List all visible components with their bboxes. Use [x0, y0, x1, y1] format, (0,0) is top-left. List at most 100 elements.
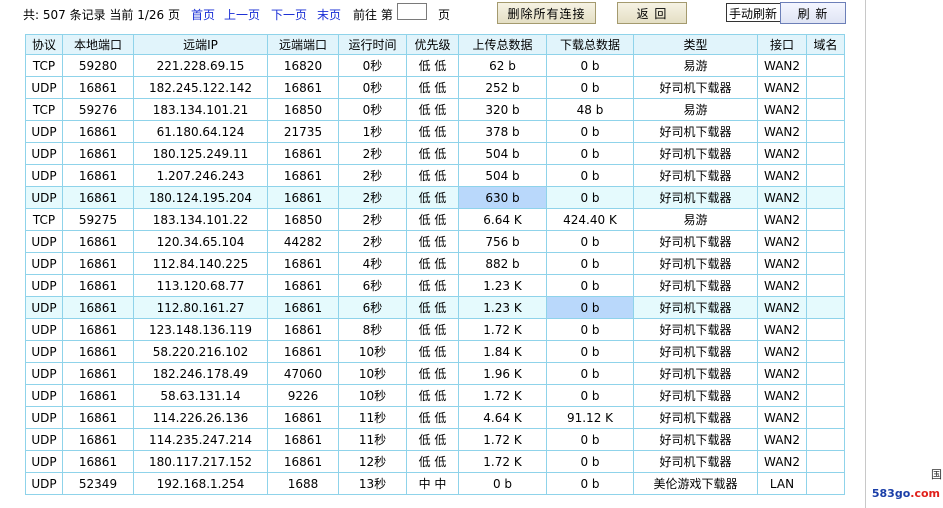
table-row[interactable]: UDP 16861 180.125.249.11 16861 2秒低 低 504 b0 b…: [25, 142, 845, 165]
cell-upload-total: 378 b: [458, 120, 547, 143]
table-row[interactable]: UDP 16861 113.120.68.77 16861 6秒低 低 1.23 K0 b…: [25, 274, 845, 297]
cell-remote-ip: 221.228.69.15: [133, 54, 268, 77]
table-row[interactable]: UDP 16861 114.226.26.136 16861 11秒低 低 4.64 K9…: [25, 406, 845, 429]
cell-remote-ip: 1.207.246.243: [133, 164, 268, 187]
cell-download-total: 0 b: [546, 120, 634, 143]
col-protocol[interactable]: 协议: [25, 34, 63, 55]
delete-all-connections-button[interactable]: 删除所有连接: [497, 2, 596, 24]
prev-page-link[interactable]: 上一页: [224, 6, 260, 23]
table-row[interactable]: UDP 16861 58.63.131.14 9226 10秒低 低 1.72 K0 b好…: [25, 384, 845, 407]
cell-remote-ip: 180.117.217.152: [133, 450, 268, 473]
cell-type: 易游: [633, 208, 758, 231]
col-upload-total[interactable]: 上传总数据: [458, 34, 547, 55]
col-remote-port[interactable]: 远端端口: [267, 34, 339, 55]
cell-download-total: 0 b: [546, 230, 634, 253]
refresh-mode-value: 手动刷新: [729, 7, 778, 21]
connections-table-body: TCP 59280 221.228.69.15 16820 0秒低 低 62 b0 b 易游…: [25, 54, 845, 495]
cell-type: 好司机下载器: [633, 340, 758, 363]
cell-remote-port: 16861: [267, 274, 339, 297]
cell-upload-total: 1.72 K: [458, 450, 547, 473]
cell-remote-port: 21735: [267, 120, 339, 143]
col-download-total[interactable]: 下载总数据: [546, 34, 634, 55]
cell-upload-total: 1.72 K: [458, 318, 547, 341]
table-row[interactable]: TCP 59276 183.134.101.21 16850 0秒低 低 320 b 48 …: [25, 98, 845, 121]
first-page-link[interactable]: 首页: [191, 6, 215, 23]
cell-download-total: 0 b: [546, 340, 634, 363]
cell-remote-port: 44282: [267, 230, 339, 253]
table-row[interactable]: UDP 16861 180.124.195.204 16861 2秒低 低 630 b0 …: [25, 186, 845, 209]
cell-domain: [806, 54, 845, 77]
cell-remote-ip: 112.80.161.27: [133, 296, 268, 319]
refresh-button[interactable]: 刷 新: [780, 2, 846, 24]
cell-remote-port: 16861: [267, 428, 339, 451]
cell-priority: 低 低: [406, 384, 459, 407]
cell-local-port: 52349: [62, 472, 134, 495]
cell-priority: 低 低: [406, 296, 459, 319]
cell-remote-ip: 182.246.178.49: [133, 362, 268, 385]
cell-protocol: UDP: [25, 230, 63, 253]
cell-domain: [806, 98, 845, 121]
col-local-port[interactable]: 本地端口: [62, 34, 134, 55]
table-row[interactable]: UDP 16861 58.220.216.102 16861 10秒低 低 1.84 K0…: [25, 340, 845, 363]
table-row[interactable]: UDP 16861 182.245.122.142 16861 0秒低 低 252 b0 …: [25, 76, 845, 99]
cell-interface: WAN2: [757, 230, 807, 253]
cell-protocol: UDP: [25, 340, 63, 363]
cell-run-time: 8秒: [338, 318, 407, 341]
cell-protocol: TCP: [25, 98, 63, 121]
next-page-link[interactable]: 下一页: [271, 6, 307, 23]
table-row[interactable]: UDP 16861 182.246.178.49 47060 10秒低 低 1.96 K0…: [25, 362, 845, 385]
cell-run-time: 0秒: [338, 54, 407, 77]
cell-download-total: 48 b: [546, 98, 634, 121]
table-row[interactable]: UDP 16861 123.148.136.119 16861 8秒低 低 1.72 K0…: [25, 318, 845, 341]
cell-download-total: 0 b: [546, 54, 634, 77]
table-row[interactable]: UDP 16861 61.180.64.124 21735 1秒低 低 378 b0 b好…: [25, 120, 845, 143]
col-priority[interactable]: 优先级: [406, 34, 459, 55]
cell-type: 好司机下载器: [633, 296, 758, 319]
cell-upload-total: 630 b: [458, 186, 547, 209]
cell-priority: 低 低: [406, 406, 459, 429]
col-interface[interactable]: 接口: [757, 34, 807, 55]
cell-download-total: 0 b: [546, 164, 634, 187]
cell-priority: 低 低: [406, 76, 459, 99]
cell-priority: 低 低: [406, 340, 459, 363]
cell-type: 好司机下载器: [633, 406, 758, 429]
cell-run-time: 1秒: [338, 120, 407, 143]
cell-local-port: 16861: [62, 384, 134, 407]
cell-remote-port: 47060: [267, 362, 339, 385]
cell-domain: [806, 208, 845, 231]
cell-interface: WAN2: [757, 274, 807, 297]
table-row[interactable]: UDP 16861 180.117.217.152 16861 12秒低 低 1.72 K…: [25, 450, 845, 473]
col-remote-ip[interactable]: 远端IP: [133, 34, 268, 55]
col-run-time[interactable]: 运行时间: [338, 34, 407, 55]
table-row[interactable]: UDP 16861 120.34.65.104 44282 2秒低 低 756 b0 b好…: [25, 230, 845, 253]
col-type[interactable]: 类型: [633, 34, 758, 55]
table-row[interactable]: UDP 52349 192.168.1.254 1688 13秒中 中0 b0 b 美伦游…: [25, 472, 845, 495]
cell-upload-total: 882 b: [458, 252, 547, 275]
table-row[interactable]: UDP 16861 1.207.246.243 16861 2秒低 低 504 b0 b好…: [25, 164, 845, 187]
cell-interface: WAN2: [757, 362, 807, 385]
cell-local-port: 16861: [62, 230, 134, 253]
cell-protocol: UDP: [25, 164, 63, 187]
cell-type: 易游: [633, 54, 758, 77]
cell-remote-port: 1688: [267, 472, 339, 495]
cell-domain: [806, 296, 845, 319]
cell-run-time: 12秒: [338, 450, 407, 473]
cell-domain: [806, 428, 845, 451]
cell-domain: [806, 230, 845, 253]
table-row[interactable]: TCP 59275 183.134.101.22 16850 2秒低 低 6.64 K 42…: [25, 208, 845, 231]
cell-remote-ip: 114.226.26.136: [133, 406, 268, 429]
back-button[interactable]: 返 回: [617, 2, 687, 24]
table-row[interactable]: UDP 16861 112.80.161.27 16861 6秒低 低 1.23 K0 b…: [25, 296, 845, 319]
watermark-accent: .com: [910, 487, 940, 500]
last-page-link[interactable]: 末页: [317, 6, 341, 23]
cell-download-total: 0 b: [546, 252, 634, 275]
table-row[interactable]: TCP 59280 221.228.69.15 16820 0秒低 低 62 b0 b 易游…: [25, 54, 845, 77]
cell-local-port: 16861: [62, 296, 134, 319]
table-row[interactable]: UDP 16861 114.235.247.214 16861 11秒低 低 1.72 K…: [25, 428, 845, 451]
col-domain[interactable]: 域名: [806, 34, 845, 55]
cell-protocol: UDP: [25, 472, 63, 495]
cell-interface: WAN2: [757, 54, 807, 77]
connections-table: 协议 本地端口 远端IP 远端端口 运行时间 优先级 上传总数据 下载总数据 类…: [25, 34, 845, 495]
goto-page-input[interactable]: [397, 3, 427, 20]
table-row[interactable]: UDP 16861 112.84.140.225 16861 4秒低 低 882 b0 b…: [25, 252, 845, 275]
